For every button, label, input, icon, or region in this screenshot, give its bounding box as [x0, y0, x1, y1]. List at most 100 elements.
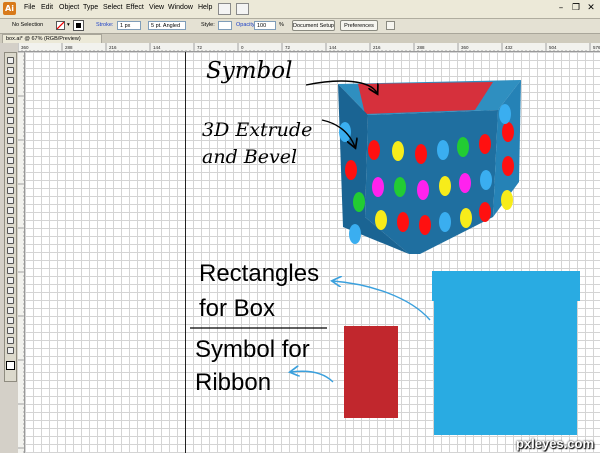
polka-dot: [349, 224, 361, 244]
polka-dot: [457, 137, 469, 157]
polka-dot: [368, 140, 380, 160]
ribbon-rectangle: [344, 326, 398, 418]
polka-dot: [501, 190, 513, 210]
tool-icon[interactable]: [7, 77, 14, 84]
fill-stroke-swatches[interactable]: [6, 361, 15, 370]
tool-icon[interactable]: [7, 97, 14, 104]
polka-dot: [480, 170, 492, 190]
polka-dot: [459, 173, 471, 193]
ruler-number: 432: [505, 45, 513, 50]
tool-icon[interactable]: [7, 207, 14, 214]
box-body-rectangle: [434, 301, 577, 435]
ruler-number: 72: [197, 45, 203, 50]
ruler-number: 216: [109, 45, 117, 50]
illustration-layer: [190, 80, 580, 435]
horizontal-ruler[interactable]: 3602882161447207214421628836043250457664…: [18, 43, 600, 52]
preferences-button[interactable]: Preferences: [340, 20, 378, 31]
control-bar: No Selection ▾ Stroke: 1 px 5 pt. Angled…: [0, 19, 600, 34]
minimize-icon[interactable]: –: [554, 1, 568, 15]
label-rectangles-line1: Rectangles: [199, 260, 320, 287]
polka-dot: [375, 210, 387, 230]
polka-dot: [353, 192, 365, 212]
opacity-field[interactable]: 100: [254, 21, 276, 30]
polka-dot: [419, 215, 431, 235]
align-icon[interactable]: [386, 21, 395, 30]
tool-icon[interactable]: [7, 237, 14, 244]
polka-dot: [502, 122, 514, 142]
menu-edit[interactable]: Edit: [41, 4, 53, 11]
tool-icon[interactable]: [7, 337, 14, 344]
tool-icon[interactable]: [7, 187, 14, 194]
artboard-canvas[interactable]: Symbol 3D Extrude and Bevel Rectangles f…: [25, 52, 600, 453]
tool-icon[interactable]: [7, 347, 14, 354]
tool-icon[interactable]: [7, 167, 14, 174]
tool-icon[interactable]: [7, 107, 14, 114]
tool-icon[interactable]: [7, 87, 14, 94]
close-icon[interactable]: ✕: [584, 1, 598, 15]
box-lid-rectangle: [432, 271, 580, 301]
ruler-number: 360: [461, 45, 469, 50]
watermark: pxleyes.com: [515, 436, 594, 451]
ruler-number: 288: [417, 45, 425, 50]
document-setup-button[interactable]: Document Setup: [292, 20, 335, 31]
bridge-icon[interactable]: [218, 3, 231, 15]
extruded-gift-cube[interactable]: [338, 80, 521, 254]
menu-help[interactable]: Help: [198, 4, 212, 11]
menu-select[interactable]: Select: [103, 4, 122, 11]
style-field[interactable]: [218, 21, 232, 30]
tool-icon[interactable]: [7, 277, 14, 284]
cube-ribbon-top: [358, 82, 493, 114]
restore-icon[interactable]: ❐: [569, 1, 583, 15]
tool-icon[interactable]: [7, 287, 14, 294]
menu-effect[interactable]: Effect: [126, 4, 144, 11]
tool-icon[interactable]: [7, 227, 14, 234]
menu-object[interactable]: Object: [59, 4, 79, 11]
polka-dot: [439, 212, 451, 232]
tool-icon[interactable]: [7, 217, 14, 224]
stroke-weight-field[interactable]: 1 px: [117, 21, 141, 30]
label-rectangles-line2: for Box: [199, 295, 276, 322]
document-tab[interactable]: box.ai* @ 67% (RGB/Preview): [2, 34, 102, 43]
stroke-label: Stroke:: [96, 22, 114, 28]
ruler-number: 144: [153, 45, 161, 50]
menu-file[interactable]: File: [24, 4, 35, 11]
annotation-symbol: Symbol: [206, 58, 293, 84]
fill-dropdown-icon[interactable]: ▾: [67, 22, 70, 28]
menu-view[interactable]: View: [149, 4, 164, 11]
menu-window[interactable]: Window: [168, 4, 193, 11]
tool-icon[interactable]: [7, 157, 14, 164]
arrange-documents-icon[interactable]: [236, 3, 249, 15]
tool-icon[interactable]: [7, 267, 14, 274]
tool-icon[interactable]: [7, 147, 14, 154]
tool-icon[interactable]: [7, 327, 14, 334]
opacity-unit: %: [279, 22, 284, 28]
ruler-number: 144: [329, 45, 337, 50]
tool-icon[interactable]: [7, 117, 14, 124]
stroke-swatch[interactable]: [73, 20, 84, 31]
ruler-number: 288: [65, 45, 73, 50]
polka-dot: [415, 144, 427, 164]
tool-icon[interactable]: [7, 127, 14, 134]
tool-icon[interactable]: [7, 177, 14, 184]
tool-icon[interactable]: [7, 197, 14, 204]
tool-icon[interactable]: [7, 317, 14, 324]
ruler-number: 72: [285, 45, 291, 50]
label-ribbon-line1: Symbol for: [195, 336, 310, 363]
polka-dot: [394, 177, 406, 197]
tool-icon[interactable]: [7, 137, 14, 144]
annotation-extrude-line1: 3D Extrude: [202, 119, 313, 141]
tool-icon[interactable]: [7, 297, 14, 304]
menu-type[interactable]: Type: [83, 4, 98, 11]
brush-definition-field[interactable]: 5 pt. Angled: [148, 21, 186, 30]
tool-icon[interactable]: [7, 307, 14, 314]
tool-icon[interactable]: [7, 57, 14, 64]
polka-dot: [372, 177, 384, 197]
vertical-ruler[interactable]: [18, 52, 25, 453]
tool-icon[interactable]: [7, 67, 14, 74]
fill-swatch[interactable]: [56, 21, 65, 30]
tools-panel: [4, 52, 17, 382]
polka-dot: [345, 160, 357, 180]
polka-dot: [460, 208, 472, 228]
tool-icon[interactable]: [7, 247, 14, 254]
tool-icon[interactable]: [7, 257, 14, 264]
